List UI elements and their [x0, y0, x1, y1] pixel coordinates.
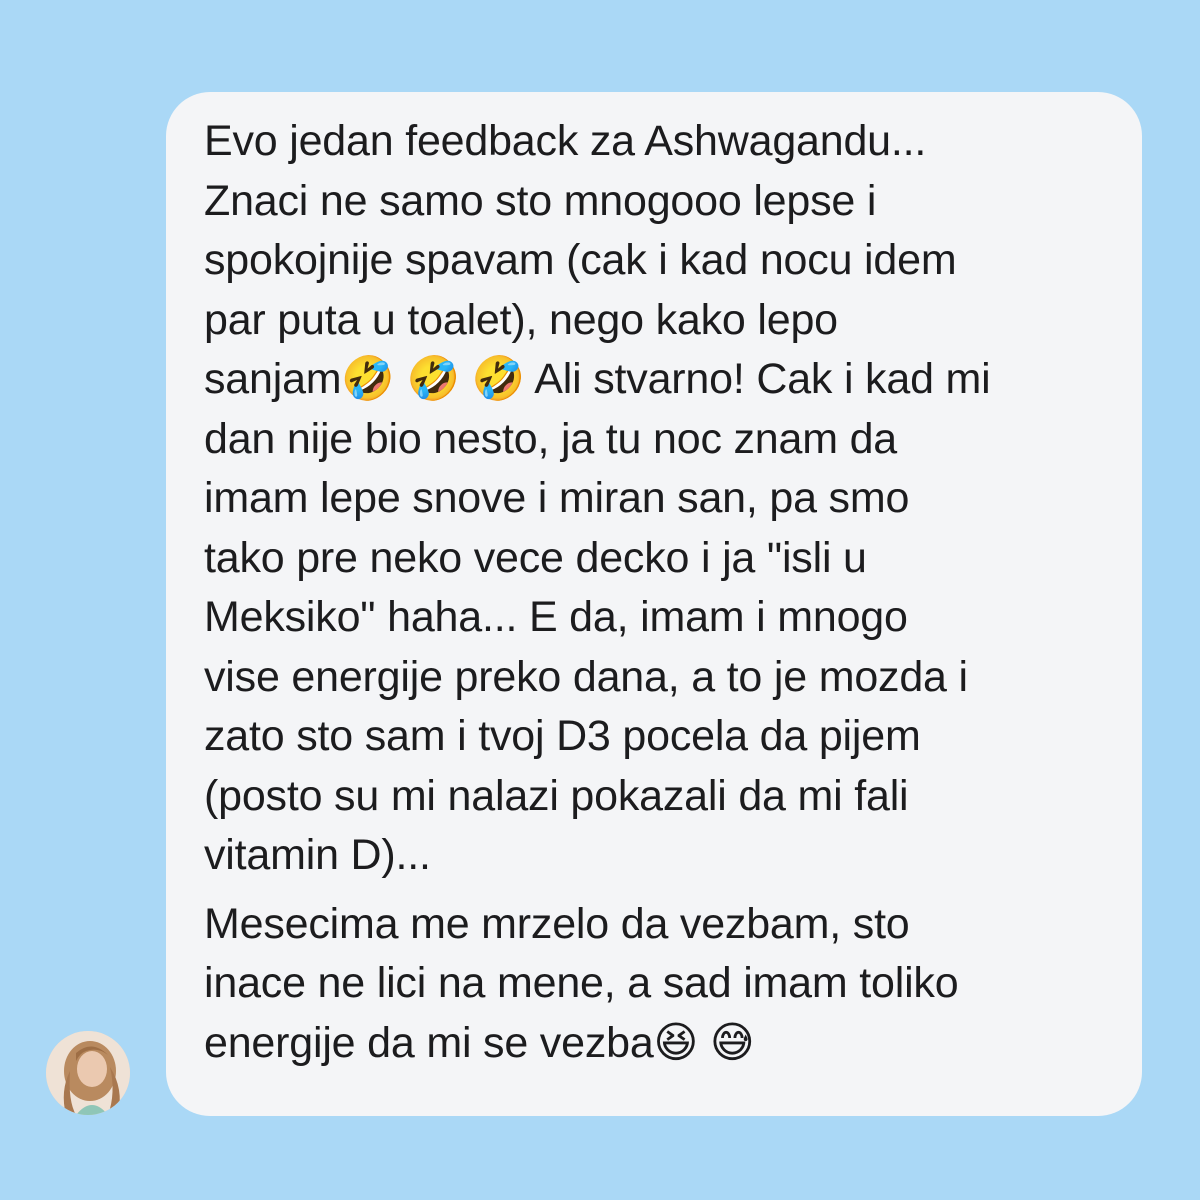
message-line: par puta u toalet), nego kako lepo: [204, 295, 838, 344]
message-line: sanjam🤣 🤣 🤣 Ali stvarno! Cak i kad mi: [204, 355, 991, 403]
avatar[interactable]: [46, 1031, 130, 1115]
message-line: spokojnije spavam (cak i kad nocu idem: [204, 236, 957, 284]
message-line: Evo jedan feedback za Ashwagandu...: [204, 117, 927, 165]
message-line: vitamin D)...: [204, 831, 431, 879]
message-line: vise energije preko dana, a to je mozda …: [204, 652, 968, 701]
message-line: (posto su mi nalazi pokazali da mi fali: [204, 771, 909, 820]
message-line: dan nije bio nesto, ja tu noc znam da: [204, 414, 898, 463]
message-line: Meksiko" haha... E da, imam i mnogo: [204, 593, 908, 641]
message-line: imam lepe snove i miran san, pa smo: [204, 474, 910, 522]
message-line: energije da mi se vezba😆 😅: [204, 1018, 755, 1067]
message-line: zato sto sam i tvoj D3 pocela da pijem: [204, 712, 921, 760]
avatar-photo-icon: [46, 1031, 130, 1115]
message-line: Znaci ne samo sto mnogooo lepse i: [204, 176, 877, 225]
message-line: tako pre neko vece decko i ja "isli u: [204, 533, 867, 582]
message-line: inace ne lici na mene, a sad imam toliko: [204, 959, 959, 1007]
message-line: Mesecima me mrzelo da vezbam, sto: [204, 899, 910, 948]
message-bubble[interactable]: Evo jedan feedback za Ashwagandu... Znac…: [166, 92, 1142, 1116]
